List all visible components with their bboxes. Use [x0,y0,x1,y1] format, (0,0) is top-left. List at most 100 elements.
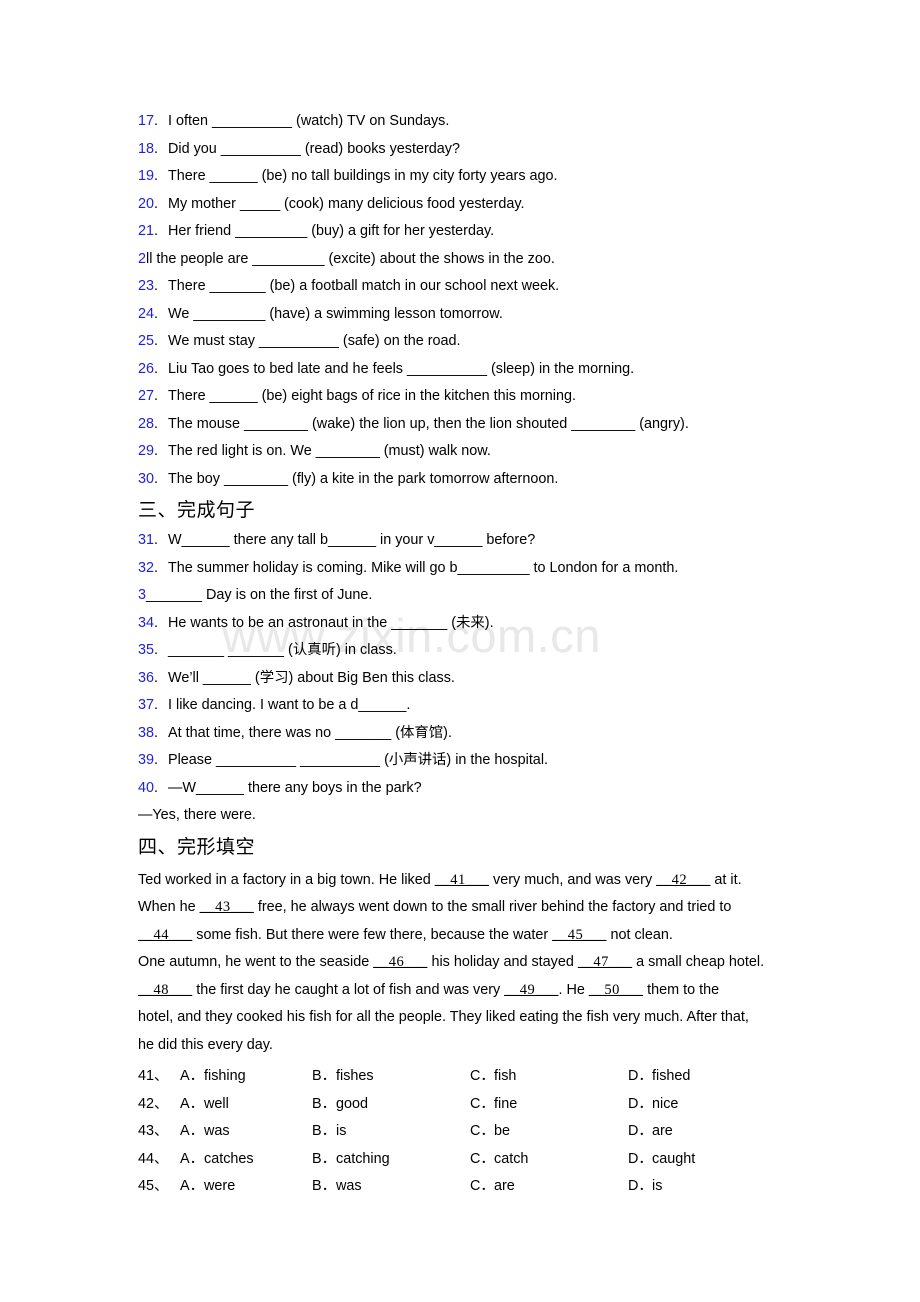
question-number: 19. [138,168,159,184]
passage-text: he did this every day. [138,1036,273,1053]
choice-option-b[interactable]: B．catching [312,1146,470,1174]
question-row: 31. W______ there any tall b______ in yo… [138,527,798,555]
cloze-blank[interactable]: __50___ [589,982,643,998]
question-text: —W______ there any boys in the park? [168,779,422,796]
choice-option-d[interactable]: D．nice [628,1091,778,1119]
question-row-22: 2ll the people are _________ (excite) ab… [138,246,798,274]
question-text: W______ there any tall b______ in your v… [168,532,536,548]
question-row: 37. I like dancing. I want to be a d____… [138,692,798,720]
choice-option-a[interactable]: A．fishing [180,1063,312,1091]
question-row: 36. We’ll ______ (学习) about Big Ben this… [138,665,798,693]
question-number: 38. [138,724,159,741]
choice-option-c[interactable]: C．fine [470,1091,628,1119]
choice-option-c[interactable]: C．be [470,1118,628,1146]
document-page: www.zixin.com.cn 17. I often __________ … [0,0,920,1302]
choice-option-b[interactable]: B．good [312,1091,470,1119]
question-text: The red light is on. We ________ (must) … [168,443,491,459]
passage-text: Ted worked in a factory in a big town. H… [138,871,435,888]
question-number: 26. [138,360,159,377]
option-text-b: catching [336,1150,390,1167]
option-text-d: nice [652,1095,679,1112]
question-text: There _______ (be) a football match in o… [168,278,560,294]
option-label-d: D． [628,1178,653,1194]
choice-option-a[interactable]: A．catches [180,1146,312,1174]
question-text: _______ Day is on the first of June. [146,587,373,603]
question-text: Her friend _________ (buy) a gift for he… [168,223,495,239]
question-row: 30. The boy ________ (fly) a kite in the… [138,466,798,494]
choice-option-d[interactable]: D．caught [628,1146,778,1174]
choice-question-number: 45、 [138,1178,169,1194]
choice-option-b[interactable]: B．was [312,1173,470,1201]
question-number: 23. [138,278,159,294]
question-number: 27. [138,388,159,404]
choice-option-b[interactable]: B．is [312,1118,470,1146]
option-label-b: B． [312,1150,336,1167]
question-number: 18. [138,140,159,157]
question-row: 21. Her friend _________ (buy) a gift fo… [138,218,798,246]
option-label-c: C． [470,1068,495,1084]
cloze-passage: Ted worked in a factory in a big town. H… [138,867,798,1060]
question-text: The summer holiday is coming. Mike will … [168,559,679,576]
question-number: 25. [138,333,159,349]
question-row: 23. There _______ (be) a football match … [138,273,798,301]
question-text: He wants to be an astronaut in the _____… [168,614,494,631]
choice-option-b[interactable]: B．fishes [312,1063,470,1091]
choice-option-c[interactable]: C．catch [470,1146,628,1174]
question-row: 27. There ______ (be) eight bags of rice… [138,383,798,411]
option-label-b: B． [312,1178,336,1194]
answer-line-40: —Yes, there were. [138,807,256,823]
choice-option-d[interactable]: D．is [628,1173,778,1201]
choice-option-a[interactable]: A．well [180,1091,312,1119]
passage-line: hotel, and they cooked his fish for all … [138,1004,798,1032]
option-label-c: C． [470,1178,495,1194]
choice-option-d[interactable]: D．are [628,1118,778,1146]
question-row: 40. —W______ there any boys in the park? [138,775,798,803]
cloze-blank[interactable]: __43___ [200,899,254,915]
option-label-c: C． [470,1095,495,1112]
question-number: 28. [138,415,159,432]
question-text: My mother _____ (cook) many delicious fo… [168,195,525,212]
choice-row: 44、 A．catches B．catching C．catch D．caugh… [138,1146,798,1174]
option-label-a: A． [180,1095,204,1112]
question-number: 36. [138,669,159,686]
choice-row: 43、 A．was B．is C．be D．are [138,1118,798,1146]
cloze-blank[interactable]: __42___ [656,872,710,888]
option-label-a: A． [180,1123,204,1139]
option-text-a: was [204,1123,230,1139]
document-content: 17. I often __________ (watch) TV on Sun… [138,108,798,1201]
question-text: There ______ (be) eight bags of rice in … [168,388,576,404]
question-row: 35. _______ _______ (认真听) in class. [138,637,798,665]
question-number: 40. [138,779,159,796]
option-label-a: A． [180,1068,204,1084]
question-text: There ______ (be) no tall buildings in m… [168,168,558,184]
choice-option-d[interactable]: D．fished [628,1063,778,1091]
passage-text: at it. [710,871,742,888]
question-row: 39. Please __________ __________ (小声讲话) … [138,747,798,775]
choice-option-c[interactable]: C．are [470,1173,628,1201]
cloze-blank[interactable]: __45___ [552,927,606,943]
question-row: 38. At that time, there was no _______ (… [138,720,798,748]
question-row: 20. My mother _____ (cook) many deliciou… [138,191,798,219]
passage-line: __44___ some fish. But there were few th… [138,922,798,950]
passage-text: the first day he caught a lot of fish an… [192,981,505,998]
passage-text: not clean. [606,926,673,943]
option-text-c: are [494,1178,515,1194]
question-row: 18. Did you __________ (read) books yest… [138,136,798,164]
choice-option-a[interactable]: A．was [180,1118,312,1146]
option-text-a: catches [204,1150,254,1167]
cloze-blank[interactable]: __48___ [138,982,192,998]
cloze-blank[interactable]: __49___ [504,982,558,998]
choice-row: 41、 A．fishing B．fishes C．fish D．fished [138,1063,798,1091]
cloze-blank[interactable]: __46___ [373,954,427,970]
choice-option-a[interactable]: A．were [180,1173,312,1201]
passage-text: hotel, and they cooked his fish for all … [138,1009,749,1025]
question-row: 17. I often __________ (watch) TV on Sun… [138,108,798,136]
option-label-a: A． [180,1178,204,1194]
cloze-blank[interactable]: __47___ [578,954,632,970]
cloze-blank[interactable]: __44___ [138,927,192,943]
section-heading-four: 四、完形填空 [138,835,256,858]
option-text-c: fine [494,1095,518,1112]
passage-text: his holiday and stayed [427,954,578,970]
choice-option-c[interactable]: C．fish [470,1063,628,1091]
cloze-blank[interactable]: __41___ [435,872,489,888]
